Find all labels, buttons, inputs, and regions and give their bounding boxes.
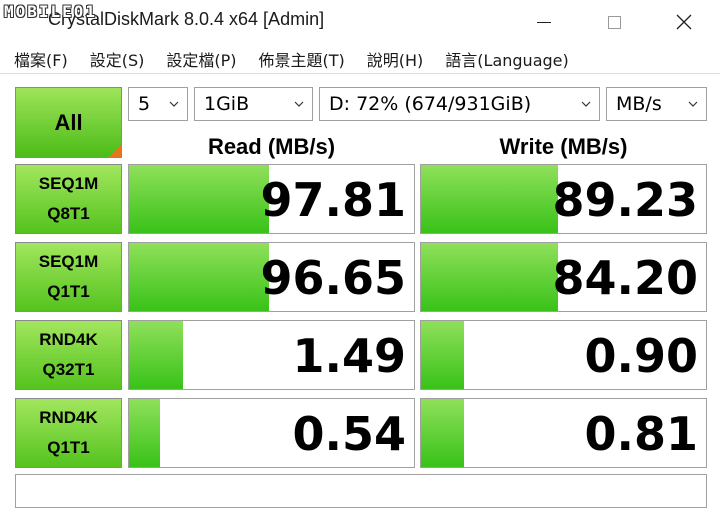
test-size-value: 1GiB — [204, 93, 250, 115]
all-button-label: All — [54, 109, 83, 135]
menu-file[interactable]: 檔案(F) — [14, 47, 78, 71]
close-button[interactable] — [650, 0, 718, 44]
write-result-cell: 89.23 — [420, 164, 707, 234]
chevron-down-icon — [688, 101, 698, 107]
read-result-cell: 0.54 — [128, 398, 415, 468]
read-score-bar — [129, 243, 269, 311]
write-result-cell: 0.90 — [420, 320, 707, 390]
maximize-icon — [607, 15, 621, 29]
read-result-value: 0.54 — [292, 407, 407, 461]
write-score-bar — [421, 165, 558, 233]
test-size-select[interactable]: 1GiB — [194, 87, 313, 121]
watermark-logo: MOBILE01 — [4, 2, 98, 21]
read-result-cell: 96.65 — [128, 242, 415, 312]
write-result-cell: 0.81 — [420, 398, 707, 468]
test-name: SEQ1M — [38, 174, 99, 193]
chevron-down-icon — [169, 101, 179, 107]
read-result-cell: 97.81 — [128, 164, 415, 234]
close-icon — [676, 14, 692, 30]
chevron-down-icon — [581, 101, 591, 107]
menu-theme[interactable]: 佈景主題(T) — [259, 47, 355, 71]
read-result-cell: 1.49 — [128, 320, 415, 390]
read-result-value: 1.49 — [292, 329, 407, 383]
test-button-seq1m-q8t1[interactable]: SEQ1M Q8T1 — [15, 164, 122, 234]
drive-value: D: 72% (674/931GiB) — [329, 93, 532, 115]
corner-marker-icon — [109, 145, 121, 157]
test-count-value: 5 — [138, 93, 151, 115]
test-name: RND4K — [39, 408, 98, 427]
chevron-down-icon — [294, 101, 304, 107]
all-button[interactable]: All — [15, 87, 122, 158]
minimize-button[interactable] — [510, 0, 578, 44]
test-button-seq1m-q1t1[interactable]: SEQ1M Q1T1 — [15, 242, 122, 312]
write-score-bar — [421, 399, 464, 467]
minimize-icon — [537, 21, 551, 23]
menu-language[interactable]: 語言(Language) — [445, 47, 578, 71]
read-column-header: Read (MB/s) — [207, 134, 336, 159]
menu-profile[interactable]: 設定檔(P) — [166, 47, 246, 71]
test-button-rnd4k-q1t1[interactable]: RND4K Q1T1 — [15, 398, 122, 468]
read-result-value: 96.65 — [260, 251, 406, 305]
write-column-header: Write (MB/s) — [499, 134, 628, 159]
read-score-bar — [129, 321, 184, 389]
read-result-value: 97.81 — [260, 173, 406, 227]
menu-settings[interactable]: 設定(S) — [90, 47, 155, 71]
comment-field[interactable] — [15, 474, 707, 508]
test-button-rnd4k-q32t1[interactable]: RND4K Q32T1 — [15, 320, 122, 390]
test-params: Q32T1 — [42, 360, 95, 379]
write-score-bar — [421, 243, 558, 311]
unit-select[interactable]: MB/s — [606, 87, 707, 121]
write-result-value: 0.90 — [584, 329, 699, 383]
write-score-bar — [421, 321, 464, 389]
write-result-value: 89.23 — [552, 173, 698, 227]
write-result-value: 0.81 — [584, 407, 699, 461]
unit-value: MB/s — [616, 93, 662, 115]
test-params: Q8T1 — [47, 204, 90, 223]
read-score-bar — [129, 399, 161, 467]
maximize-button[interactable] — [580, 0, 648, 44]
test-name: RND4K — [39, 330, 98, 349]
test-count-select[interactable]: 5 — [128, 87, 188, 121]
menu-bar: 檔案(F) 設定(S) 設定檔(P) 佈景主題(T) 說明(H) 語言(Lang… — [0, 44, 720, 74]
menu-help[interactable]: 說明(H) — [367, 47, 434, 71]
test-params: Q1T1 — [47, 438, 90, 457]
write-result-value: 84.20 — [552, 251, 698, 305]
read-score-bar — [129, 165, 269, 233]
test-params: Q1T1 — [47, 282, 90, 301]
test-name: SEQ1M — [38, 252, 99, 271]
write-result-cell: 84.20 — [420, 242, 707, 312]
title-bar: CrystalDiskMark 8.0.4 x64 [Admin] MOBILE… — [0, 0, 720, 44]
drive-select[interactable]: D: 72% (674/931GiB) — [319, 87, 600, 121]
